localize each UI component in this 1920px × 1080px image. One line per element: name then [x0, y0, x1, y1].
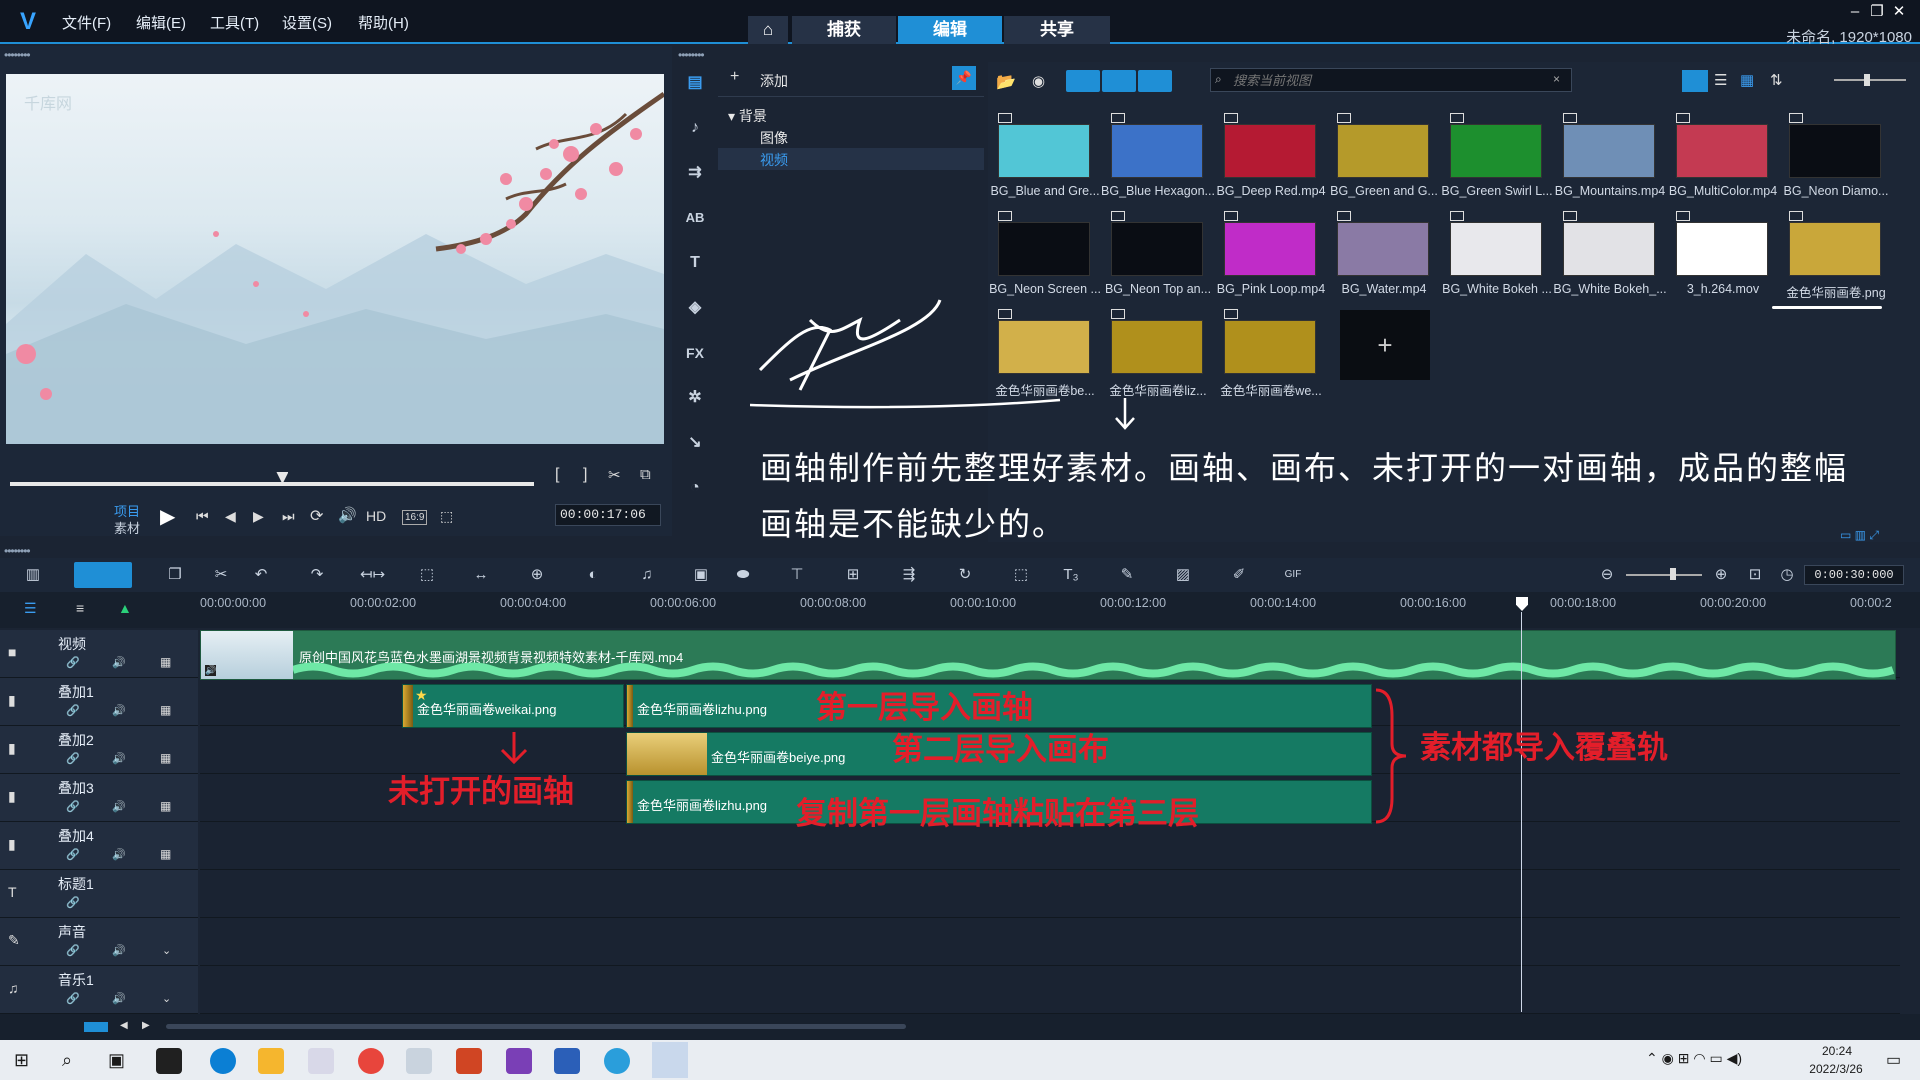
paint-app-icon[interactable] — [308, 1048, 334, 1074]
track-header[interactable]: ✎ 声音 🔗 🔊 ⌄ — [0, 918, 198, 966]
track-row[interactable] — [200, 966, 1900, 1014]
search-taskbar-icon[interactable]: ⌕ — [62, 1050, 72, 1071]
grid-icon[interactable]: ▦ — [160, 751, 171, 765]
track-name: 叠加2 — [58, 732, 94, 748]
videostudio-taskbar-icon[interactable] — [652, 1042, 688, 1078]
taskbar — [0, 1040, 1920, 1080]
mute-icon[interactable]: 🔊 — [112, 800, 126, 813]
link-icon[interactable]: 🔗 — [66, 944, 80, 957]
canvas-thumb — [627, 733, 707, 775]
onenote-icon[interactable] — [506, 1048, 532, 1074]
track-name: 叠加4 — [58, 828, 94, 844]
browser-icon[interactable] — [604, 1048, 630, 1074]
mute-icon[interactable]: 🔊 — [112, 848, 126, 861]
annotation-layer1: 第一层导入画轴 — [816, 690, 1033, 725]
horizontal-scrollbar[interactable] — [166, 1024, 906, 1029]
annotation-layer2: 第二层导入画布 — [892, 732, 1109, 767]
link-icon[interactable]: 🔗 — [66, 992, 80, 1005]
clip-label: 金色华丽画卷weikai.png — [417, 702, 557, 717]
grid-icon[interactable]: ▦ — [160, 655, 171, 669]
track-name: 视频 — [58, 636, 86, 652]
scroll-right-icon[interactable]: ▶ — [142, 1020, 150, 1031]
clock-date[interactable]: 2022/3/26 — [1796, 1062, 1876, 1076]
mute-icon[interactable]: 🔊 — [112, 992, 126, 1005]
capcut-icon[interactable] — [156, 1048, 182, 1074]
mute-icon[interactable]: 🔊 — [112, 704, 126, 717]
audio-waveform — [293, 662, 1895, 678]
down-arrow-mark — [500, 732, 528, 765]
video-track-icon: ■ — [8, 644, 17, 660]
clock-time[interactable]: 20:24 — [1810, 1044, 1864, 1058]
explorer-icon[interactable] — [258, 1048, 284, 1074]
chevron-down-icon[interactable]: ⌄ — [162, 944, 171, 957]
voice-track-icon: ✎ — [8, 932, 20, 948]
track-name: 标题1 — [58, 876, 94, 892]
grid-icon[interactable]: ▦ — [160, 799, 171, 813]
annotation-unopened: 未打开的画轴 — [388, 774, 574, 809]
tray-icons[interactable]: ⌃ ◉ ⊞ ◠ ▭ ◀) — [1646, 1050, 1742, 1067]
track-header[interactable]: ▮ 叠加4 🔗 🔊 ▦ — [0, 822, 198, 870]
video-clip[interactable]: 原创中国风花鸟蓝色水墨画湖景视频背景视频特效素材-千库网.mp4 🔊 — [200, 630, 1896, 680]
music-track-icon: ♫ — [8, 980, 19, 996]
fit-all-icon[interactable] — [84, 1022, 108, 1032]
track-name: 叠加1 — [58, 684, 94, 700]
track-header[interactable]: ▮ 叠加3 🔗 🔊 ▦ — [0, 774, 198, 822]
overlay-track-icon: ▮ — [8, 788, 16, 804]
link-icon[interactable]: 🔗 — [66, 896, 80, 909]
annotation-layer3: 复制第一层画轴粘贴在第三层 — [796, 796, 1199, 831]
overlay1-clip-weikai[interactable]: ★ 金色华丽画卷weikai.png — [402, 684, 624, 728]
overlay-track-icon: ▮ — [8, 692, 16, 708]
overlay-track-icon: ▮ — [8, 740, 16, 756]
chrome-icon[interactable] — [358, 1048, 384, 1074]
clip-label: 金色华丽画卷lizhu.png — [637, 702, 768, 717]
notification-icon[interactable]: ▭ — [1886, 1050, 1901, 1070]
timeline-tracks: ■ 视频 🔗 🔊 ▦ ▮ 叠加1 🔗 🔊 ▦ ▮ 叠加2 🔗 🔊 ▦ ▮ 叠加3 🔗 🔊 ▦ ▮ 叠加4 🔗 🔊 ▦ T 标题1 🔗 ✎… — [0, 0, 1920, 1040]
track-name: 音乐1 — [58, 972, 94, 988]
clip-label: 金色华丽画卷lizhu.png — [637, 798, 768, 813]
track-row[interactable] — [200, 870, 1900, 918]
chevron-down-icon[interactable]: ⌄ — [162, 992, 171, 1005]
link-icon[interactable]: 🔗 — [66, 848, 80, 861]
task-view-icon[interactable]: ▣ — [108, 1050, 125, 1071]
link-icon[interactable]: 🔗 — [66, 800, 80, 813]
track-name: 声音 — [58, 924, 86, 940]
app-icon[interactable] — [406, 1048, 432, 1074]
link-icon[interactable]: 🔗 — [66, 656, 80, 669]
link-icon[interactable]: 🔗 — [66, 704, 80, 717]
track-header[interactable]: ▮ 叠加2 🔗 🔊 ▦ — [0, 726, 198, 774]
mute-icon[interactable]: 🔊 — [112, 944, 126, 957]
annotation-overlay: 素材都导入覆叠轨 — [1420, 730, 1668, 765]
link-icon[interactable]: 🔗 — [66, 752, 80, 765]
powerpoint-icon[interactable] — [456, 1048, 482, 1074]
clip-label: 金色华丽画卷beiye.png — [711, 750, 846, 765]
scroll-left-icon[interactable]: ◀ — [120, 1020, 128, 1031]
scroll-rod-thumb — [627, 781, 633, 823]
overlay-track-icon: ▮ — [8, 836, 16, 852]
track-header[interactable]: ♫ 音乐1 🔗 🔊 ⌄ — [0, 966, 198, 1014]
track-header[interactable]: ▮ 叠加1 🔗 🔊 ▦ — [0, 678, 198, 726]
scroll-rod-thumb — [403, 685, 413, 727]
windows-start-icon[interactable]: ⊞ — [14, 1050, 29, 1071]
bracket-mark — [1375, 688, 1407, 824]
playhead-line — [1521, 612, 1522, 1012]
scroll-rod-thumb — [627, 685, 633, 727]
audio-indicator-icon: 🔊 — [205, 665, 217, 676]
edge-icon[interactable] — [210, 1048, 236, 1074]
track-name: 叠加3 — [58, 780, 94, 796]
mute-icon[interactable]: 🔊 — [112, 752, 126, 765]
track-header[interactable]: T 标题1 🔗 — [0, 870, 198, 918]
track-header[interactable]: ■ 视频 🔗 🔊 ▦ — [0, 630, 198, 678]
word-icon[interactable] — [554, 1048, 580, 1074]
track-row[interactable] — [200, 918, 1900, 966]
grid-icon[interactable]: ▦ — [160, 847, 171, 861]
title-track-icon: T — [8, 884, 17, 900]
mute-icon[interactable]: 🔊 — [112, 656, 126, 669]
grid-icon[interactable]: ▦ — [160, 703, 171, 717]
